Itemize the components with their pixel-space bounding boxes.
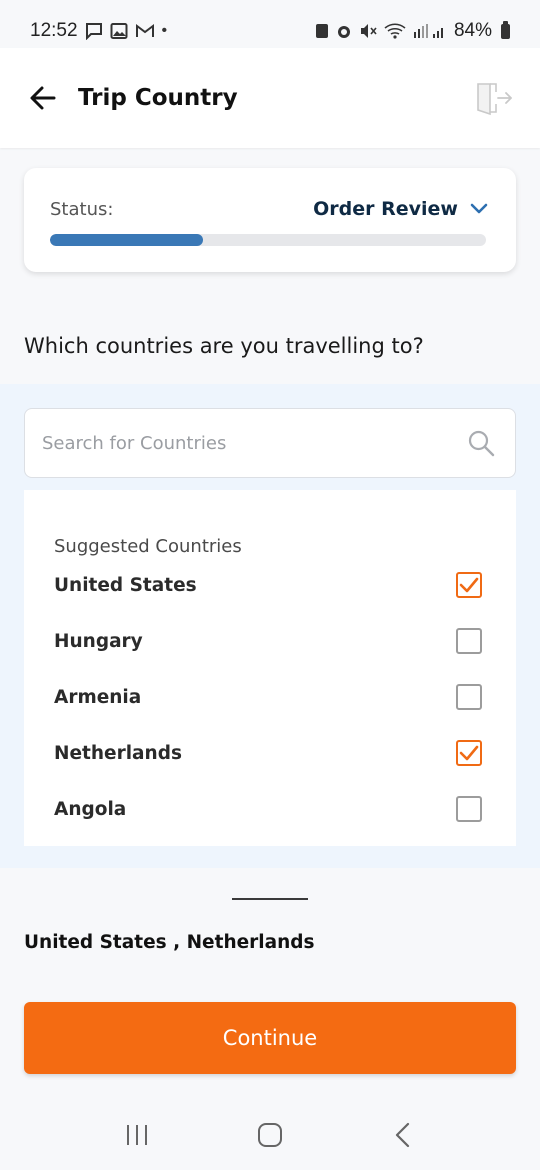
country-row-angola[interactable]: Angola	[54, 781, 516, 837]
chevron-down-icon	[470, 203, 488, 214]
search-input[interactable]	[42, 432, 467, 454]
alarm-icon	[337, 26, 350, 38]
status-label: Status:	[50, 198, 114, 220]
drag-handle[interactable]	[232, 898, 308, 900]
app-bar: Trip Country	[0, 48, 540, 148]
status-dropdown[interactable]: Order Review	[313, 198, 488, 220]
page-title: Trip Country	[78, 85, 238, 111]
recents-button[interactable]	[107, 1110, 167, 1160]
nav-back-button[interactable]	[373, 1110, 433, 1160]
status-card: Status: Order Review	[24, 168, 516, 272]
status-bar-left: 12:52 •	[30, 20, 167, 42]
battery-percent: 84%	[453, 20, 492, 41]
country-row-united-states[interactable]: United States	[54, 557, 516, 613]
home-button[interactable]	[240, 1110, 300, 1160]
exit-door-icon	[477, 83, 512, 116]
exit-button[interactable]	[470, 76, 514, 120]
chat-icon	[85, 23, 102, 40]
arrow-left-icon	[30, 86, 56, 110]
search-box	[24, 408, 516, 478]
question-heading: Which countries are you travelling to?	[24, 334, 424, 358]
dot-icon: •	[161, 22, 168, 39]
search-icon[interactable]	[467, 429, 495, 457]
bottom-sheet: United States , Netherlands Continue	[0, 868, 540, 1170]
status-bar-right: 84%	[315, 20, 510, 42]
continue-button[interactable]: Continue	[24, 1002, 516, 1074]
country-row-hungary[interactable]: Hungary	[54, 613, 516, 669]
suggested-countries-title: Suggested Countries	[54, 536, 242, 557]
system-navigation-bar	[0, 1100, 540, 1170]
wifi-icon	[384, 23, 406, 39]
checkbox-checked[interactable]	[456, 572, 482, 598]
checkbox-unchecked[interactable]	[456, 684, 482, 710]
clock: 12:52	[30, 20, 78, 41]
home-icon	[257, 1123, 282, 1147]
country-row-netherlands[interactable]: Netherlands	[54, 725, 516, 781]
gmail-icon	[135, 24, 154, 37]
checkbox-checked[interactable]	[456, 740, 482, 766]
country-row-armenia[interactable]: Armenia	[54, 669, 516, 725]
checkmark-icon	[459, 577, 479, 593]
checkbox-unchecked[interactable]	[456, 796, 482, 822]
status-value: Order Review	[313, 198, 458, 220]
country-name: Armenia	[54, 686, 142, 708]
mute-icon	[360, 24, 377, 38]
country-selection-section: Suggested Countries United States Hungar…	[0, 384, 540, 868]
suggested-countries-panel: Suggested Countries United States Hungar…	[24, 490, 516, 846]
country-name: Hungary	[54, 630, 143, 652]
sync-icon	[315, 24, 328, 38]
image-icon	[110, 23, 128, 39]
country-name: United States	[54, 574, 197, 596]
country-name: Angola	[54, 798, 127, 820]
status-progress-bar	[50, 234, 486, 246]
recents-icon	[126, 1125, 147, 1145]
battery-icon	[501, 20, 510, 39]
back-button[interactable]	[26, 81, 60, 115]
signal-icon	[413, 24, 443, 38]
status-progress-fill	[50, 234, 203, 246]
selected-countries-summary: United States , Netherlands	[24, 932, 315, 953]
back-icon	[396, 1122, 410, 1148]
checkmark-icon	[459, 745, 479, 761]
country-name: Netherlands	[54, 742, 182, 764]
checkbox-unchecked[interactable]	[456, 628, 482, 654]
